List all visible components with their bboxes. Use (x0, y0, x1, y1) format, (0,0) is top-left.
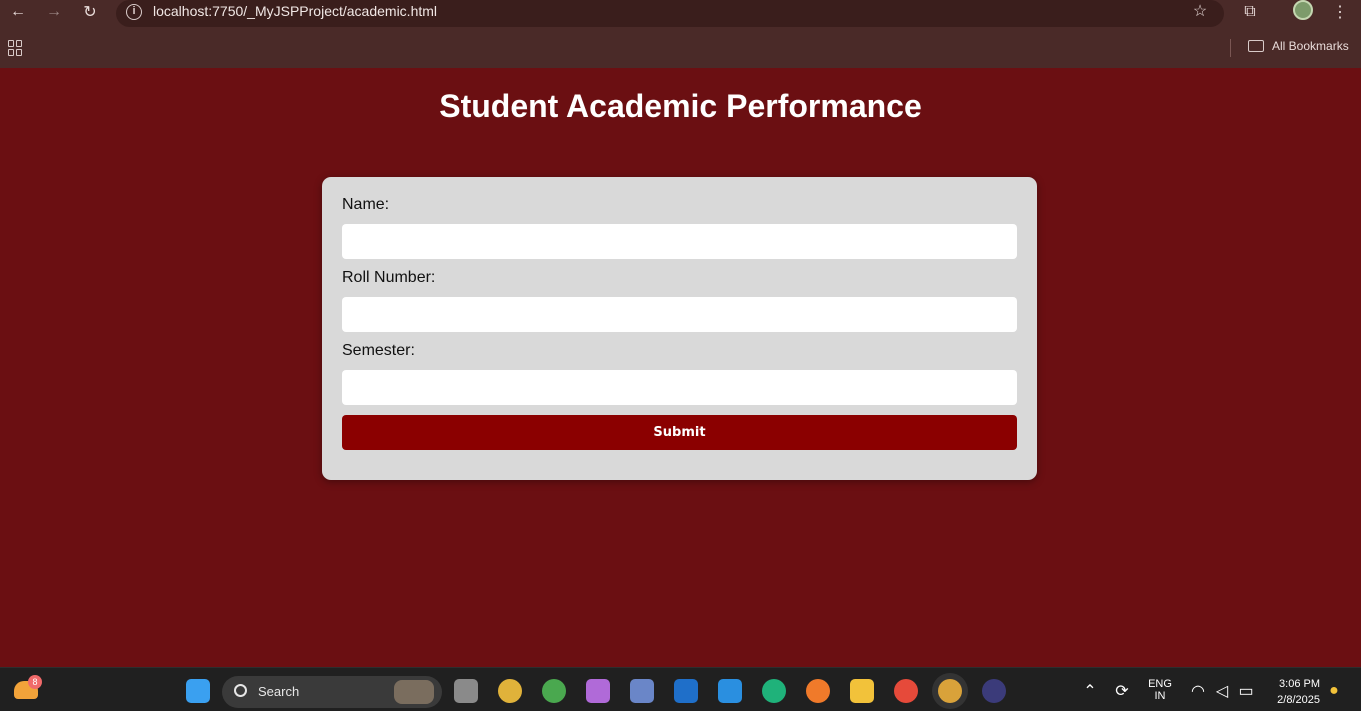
browser-chrome: ← → ↻ i localhost:7750/_MyJSPProject/aca… (0, 0, 1361, 68)
bookmark-star-icon[interactable]: ☆ (1188, 0, 1212, 23)
search-highlight-image (394, 680, 434, 704)
chrome-icon[interactable] (894, 679, 918, 703)
name-label: Name: (342, 196, 390, 213)
windows-start-icon[interactable] (186, 679, 210, 703)
roll-number-label: Roll Number: (342, 269, 436, 286)
clock[interactable]: 3:06 PM 2/8/2025 (1266, 676, 1320, 708)
file-explorer-icon[interactable] (850, 679, 874, 703)
semester-label: Semester: (342, 342, 415, 359)
page-title: Student Academic Performance (439, 88, 922, 124)
sync-icon[interactable]: ⟳ (1110, 679, 1134, 703)
forward-arrow-icon[interactable]: → (42, 0, 66, 24)
copilot-icon[interactable] (586, 679, 610, 703)
outlook-icon[interactable] (674, 679, 698, 703)
vscode-icon[interactable] (718, 679, 742, 703)
weather-badge: 8 (28, 675, 42, 689)
roll-number-field[interactable] (342, 297, 1017, 332)
back-arrow-icon[interactable]: ← (6, 0, 30, 24)
notification-bell-icon[interactable]: ● (1322, 679, 1346, 703)
chrome-profile-icon[interactable] (498, 679, 522, 703)
academic-form: Name: Roll Number: Semester: Submit (322, 177, 1037, 480)
profile-avatar[interactable] (1293, 0, 1313, 20)
bookmarks-separator (1230, 39, 1231, 57)
date-text: 2/8/2025 (1277, 694, 1320, 706)
eclipse-icon[interactable] (982, 679, 1006, 703)
apps-grid-icon[interactable] (8, 40, 24, 56)
submit-button[interactable]: Submit (342, 415, 1017, 450)
semester-field[interactable] (342, 370, 1017, 405)
address-bar[interactable]: i localhost:7750/_MyJSPProject/academic.… (116, 0, 1224, 27)
url-text[interactable]: localhost:7750/_MyJSPProject/academic.ht… (153, 3, 437, 19)
browser-toolbar: ← → ↻ i localhost:7750/_MyJSPProject/aca… (0, 0, 1361, 34)
extensions-icon[interactable]: ⧉ (1238, 0, 1262, 24)
all-bookmarks-label[interactable]: All Bookmarks (1272, 39, 1349, 53)
time-text: 3:06 PM (1279, 678, 1320, 690)
language-text: ENG (1148, 678, 1172, 690)
language-indicator[interactable]: ENG IN (1144, 678, 1176, 702)
reload-icon[interactable]: ↻ (78, 0, 102, 24)
taskbar-search[interactable]: Search (222, 676, 442, 708)
battery-icon[interactable]: ▭ (1234, 679, 1258, 703)
taskbar: 8 Search ⌃ ⟳ ENG IN ◠ ◁ ▭ 3:06 PM 2/8/20… (0, 667, 1361, 711)
search-label: Search (258, 684, 300, 699)
edge-icon[interactable] (762, 679, 786, 703)
chrome-active-icon[interactable] (938, 679, 962, 703)
name-field[interactable] (342, 224, 1017, 259)
chevron-up-icon[interactable]: ⌃ (1078, 679, 1102, 703)
site-info-icon[interactable]: i (126, 4, 142, 20)
region-text: IN (1154, 690, 1166, 702)
volume-icon[interactable]: ◁ (1210, 679, 1234, 703)
menu-kebab-icon[interactable]: ⋮ (1328, 0, 1352, 24)
bookmarks-bar: All Bookmarks (0, 34, 1361, 68)
app-icon[interactable] (630, 679, 654, 703)
firefox-icon[interactable] (806, 679, 830, 703)
task-view-icon[interactable] (454, 679, 478, 703)
folder-icon[interactable] (1248, 40, 1264, 52)
search-icon (234, 684, 247, 697)
wifi-icon[interactable]: ◠ (1186, 679, 1210, 703)
chrome-profile-p-icon[interactable] (542, 679, 566, 703)
